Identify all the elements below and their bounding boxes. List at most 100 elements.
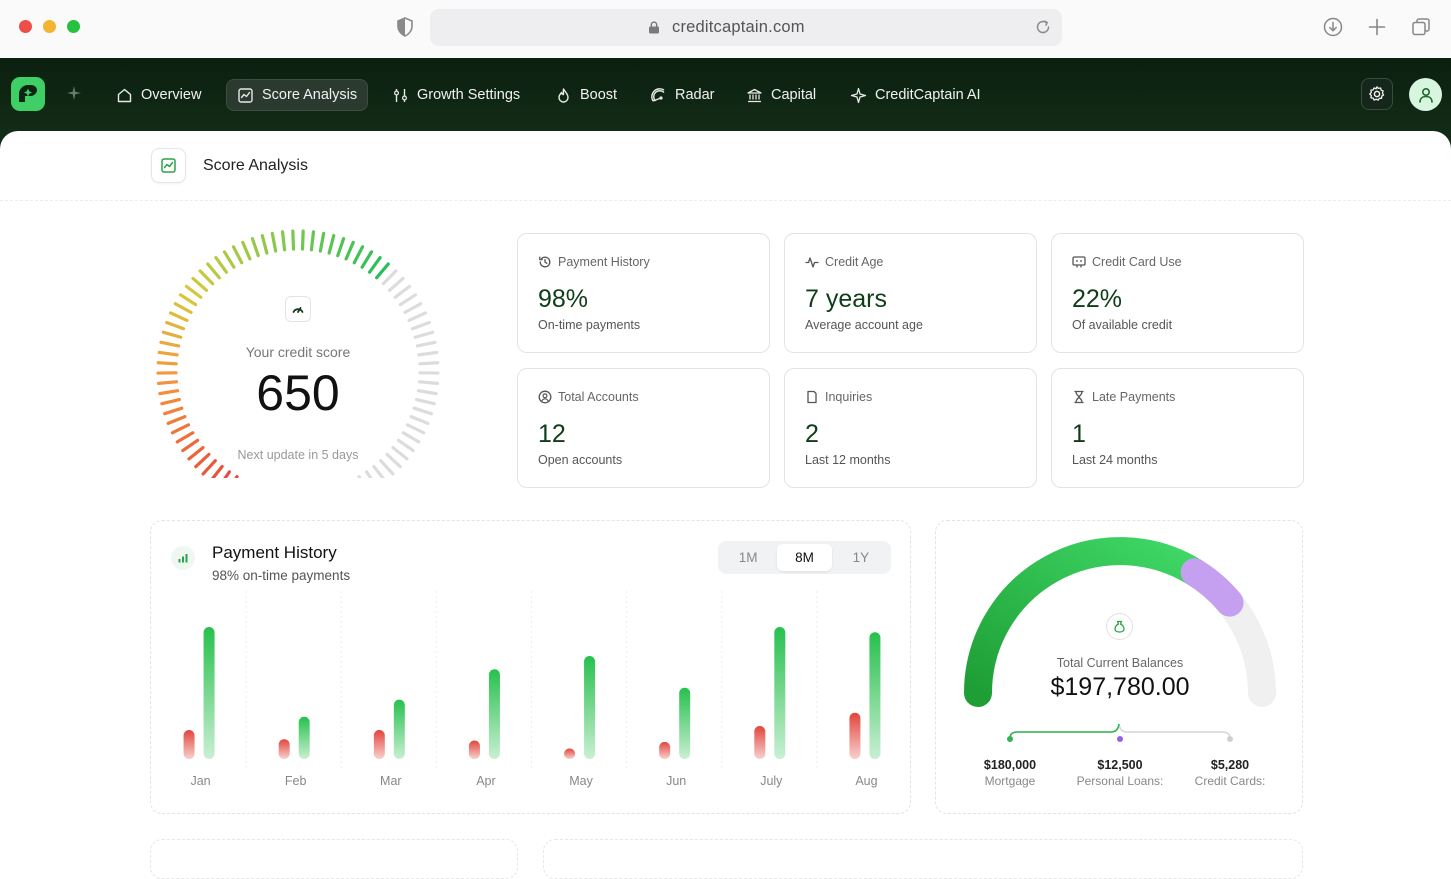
gauge-tick xyxy=(167,322,184,328)
gauge-tick xyxy=(320,233,323,251)
on-time-payment-bar[interactable] xyxy=(584,656,595,759)
close-window-button[interactable] xyxy=(19,20,32,33)
balance-name: Credit Cards: xyxy=(1170,774,1290,788)
gauge-tick xyxy=(293,231,294,249)
stat-value: 1 xyxy=(1072,420,1086,449)
gauge-tick xyxy=(395,286,409,297)
minimize-window-button[interactable] xyxy=(43,20,56,33)
stat-card-late-payments[interactable]: Late Payments 1 Last 24 months xyxy=(1051,368,1304,488)
stat-value: 22% xyxy=(1072,285,1122,314)
gauge-tick xyxy=(409,313,425,320)
on-time-payment-bar[interactable] xyxy=(299,717,310,759)
score-analysis-icon xyxy=(151,148,186,183)
stat-subtitle: Open accounts xyxy=(538,453,622,467)
time-range-toggle: 1M 8M 1Y xyxy=(718,541,891,574)
late-payment-bar[interactable] xyxy=(849,713,860,759)
nav-capital[interactable]: Capital xyxy=(736,79,826,111)
credit-score-label: Your credit score xyxy=(146,344,450,360)
range-8m-button[interactable]: 8M xyxy=(777,544,831,571)
settings-button[interactable] xyxy=(1361,78,1393,110)
bar-chart-icon xyxy=(171,546,195,570)
nav-boost[interactable]: Boost xyxy=(545,79,627,111)
gauge-tick xyxy=(370,258,381,273)
late-payment-bar[interactable] xyxy=(469,741,480,759)
user-avatar[interactable] xyxy=(1409,78,1442,111)
card-icon xyxy=(1072,255,1086,269)
gauge-tick xyxy=(354,247,362,263)
stat-title: Payment History xyxy=(558,255,650,269)
bank-icon xyxy=(746,87,763,104)
balance-amount: $5,280 xyxy=(1170,758,1290,772)
nav-radar[interactable]: Radar xyxy=(640,79,725,111)
reload-icon[interactable] xyxy=(1034,18,1052,36)
nav-score-analysis-label: Score Analysis xyxy=(262,87,357,103)
range-1m-button[interactable]: 1M xyxy=(721,544,775,571)
gauge-tick xyxy=(193,278,207,290)
main-content: Score Analysis Your credit score 650 Nex… xyxy=(0,131,1451,853)
total-balances-label: Total Current Balances xyxy=(936,656,1304,670)
late-payment-bar[interactable] xyxy=(754,726,765,759)
x-axis-label: Aug xyxy=(855,774,877,788)
stat-card-header: Credit Card Use xyxy=(1072,255,1182,269)
stat-card-total-accounts[interactable]: Total Accounts 12 Open accounts xyxy=(517,368,770,488)
nav-creditcaptain-ai[interactable]: CreditCaptain AI xyxy=(840,79,991,111)
late-payment-bar[interactable] xyxy=(659,742,670,759)
gauge-tick xyxy=(403,433,419,442)
gauge-tick xyxy=(172,425,188,433)
nav-overview[interactable]: Overview xyxy=(106,79,211,111)
on-time-payment-bar[interactable] xyxy=(489,669,500,759)
gauge-tick xyxy=(415,332,432,337)
nav-growth-settings[interactable]: Growth Settings xyxy=(382,79,530,111)
radar-icon xyxy=(650,87,667,104)
gauge-tick xyxy=(243,242,250,259)
late-payment-bar[interactable] xyxy=(279,739,290,759)
shield-icon[interactable] xyxy=(396,17,414,37)
late-payment-bar[interactable] xyxy=(564,748,575,759)
gauge-tick xyxy=(283,232,285,250)
lower-panel-left xyxy=(150,839,518,879)
credit-score-gauge: Your credit score 650 Next update in 5 d… xyxy=(146,228,450,478)
gauge-tick xyxy=(405,304,421,313)
gauge-tick xyxy=(311,232,313,250)
stat-card-header: Inquiries xyxy=(805,390,872,404)
total-balances-value: $197,780.00 xyxy=(936,673,1304,702)
balance-name: Mortgage xyxy=(950,774,1070,788)
personal-loans-arc xyxy=(1195,572,1230,602)
on-time-payment-bar[interactable] xyxy=(869,632,880,759)
range-1y-button[interactable]: 1Y xyxy=(834,544,888,571)
stat-subtitle: Last 24 months xyxy=(1072,453,1157,467)
stat-card-inquiries[interactable]: Inquiries 2 Last 12 months xyxy=(784,368,1037,488)
stat-title: Credit Age xyxy=(825,255,883,269)
stat-card-credit-age[interactable]: Credit Age 7 years Average account age xyxy=(784,233,1037,353)
on-time-payment-bar[interactable] xyxy=(394,700,405,759)
stat-card-credit-card-use[interactable]: Credit Card Use 22% Of available credit xyxy=(1051,233,1304,353)
on-time-payment-bar[interactable] xyxy=(204,627,215,759)
late-payment-bar[interactable] xyxy=(374,730,385,759)
nav-score-analysis[interactable]: Score Analysis xyxy=(226,79,368,111)
maximize-window-button[interactable] xyxy=(67,20,80,33)
tabs-overview-icon[interactable] xyxy=(1410,16,1432,38)
x-axis-label: Mar xyxy=(380,774,402,788)
on-time-payment-bar[interactable] xyxy=(774,627,785,759)
gauge-tick xyxy=(203,461,215,474)
gauge-tick xyxy=(171,313,187,320)
gauge-tick xyxy=(211,467,222,478)
gauge-tick xyxy=(400,295,415,305)
late-payment-bar[interactable] xyxy=(184,730,195,759)
address-bar[interactable]: creditcaptain.com xyxy=(430,9,1062,46)
gear-icon xyxy=(1368,85,1386,103)
stat-card-header: Late Payments xyxy=(1072,390,1175,404)
nav-overview-label: Overview xyxy=(141,87,201,103)
stat-subtitle: Of available credit xyxy=(1072,318,1172,332)
gauge-tick xyxy=(181,295,196,305)
creditcaptain-logo[interactable] xyxy=(11,77,45,111)
gauge-tick xyxy=(362,252,371,267)
download-icon[interactable] xyxy=(1322,16,1344,38)
new-tab-icon[interactable] xyxy=(1366,16,1388,38)
next-update-text: Next update in 5 days xyxy=(146,448,450,462)
gauge-tick xyxy=(390,278,404,290)
stat-card-payment-history[interactable]: Payment History 98% On-time payments xyxy=(517,233,770,353)
gauge-tick xyxy=(374,467,385,478)
on-time-payment-bar[interactable] xyxy=(679,688,690,759)
gauge-tick xyxy=(381,461,393,474)
